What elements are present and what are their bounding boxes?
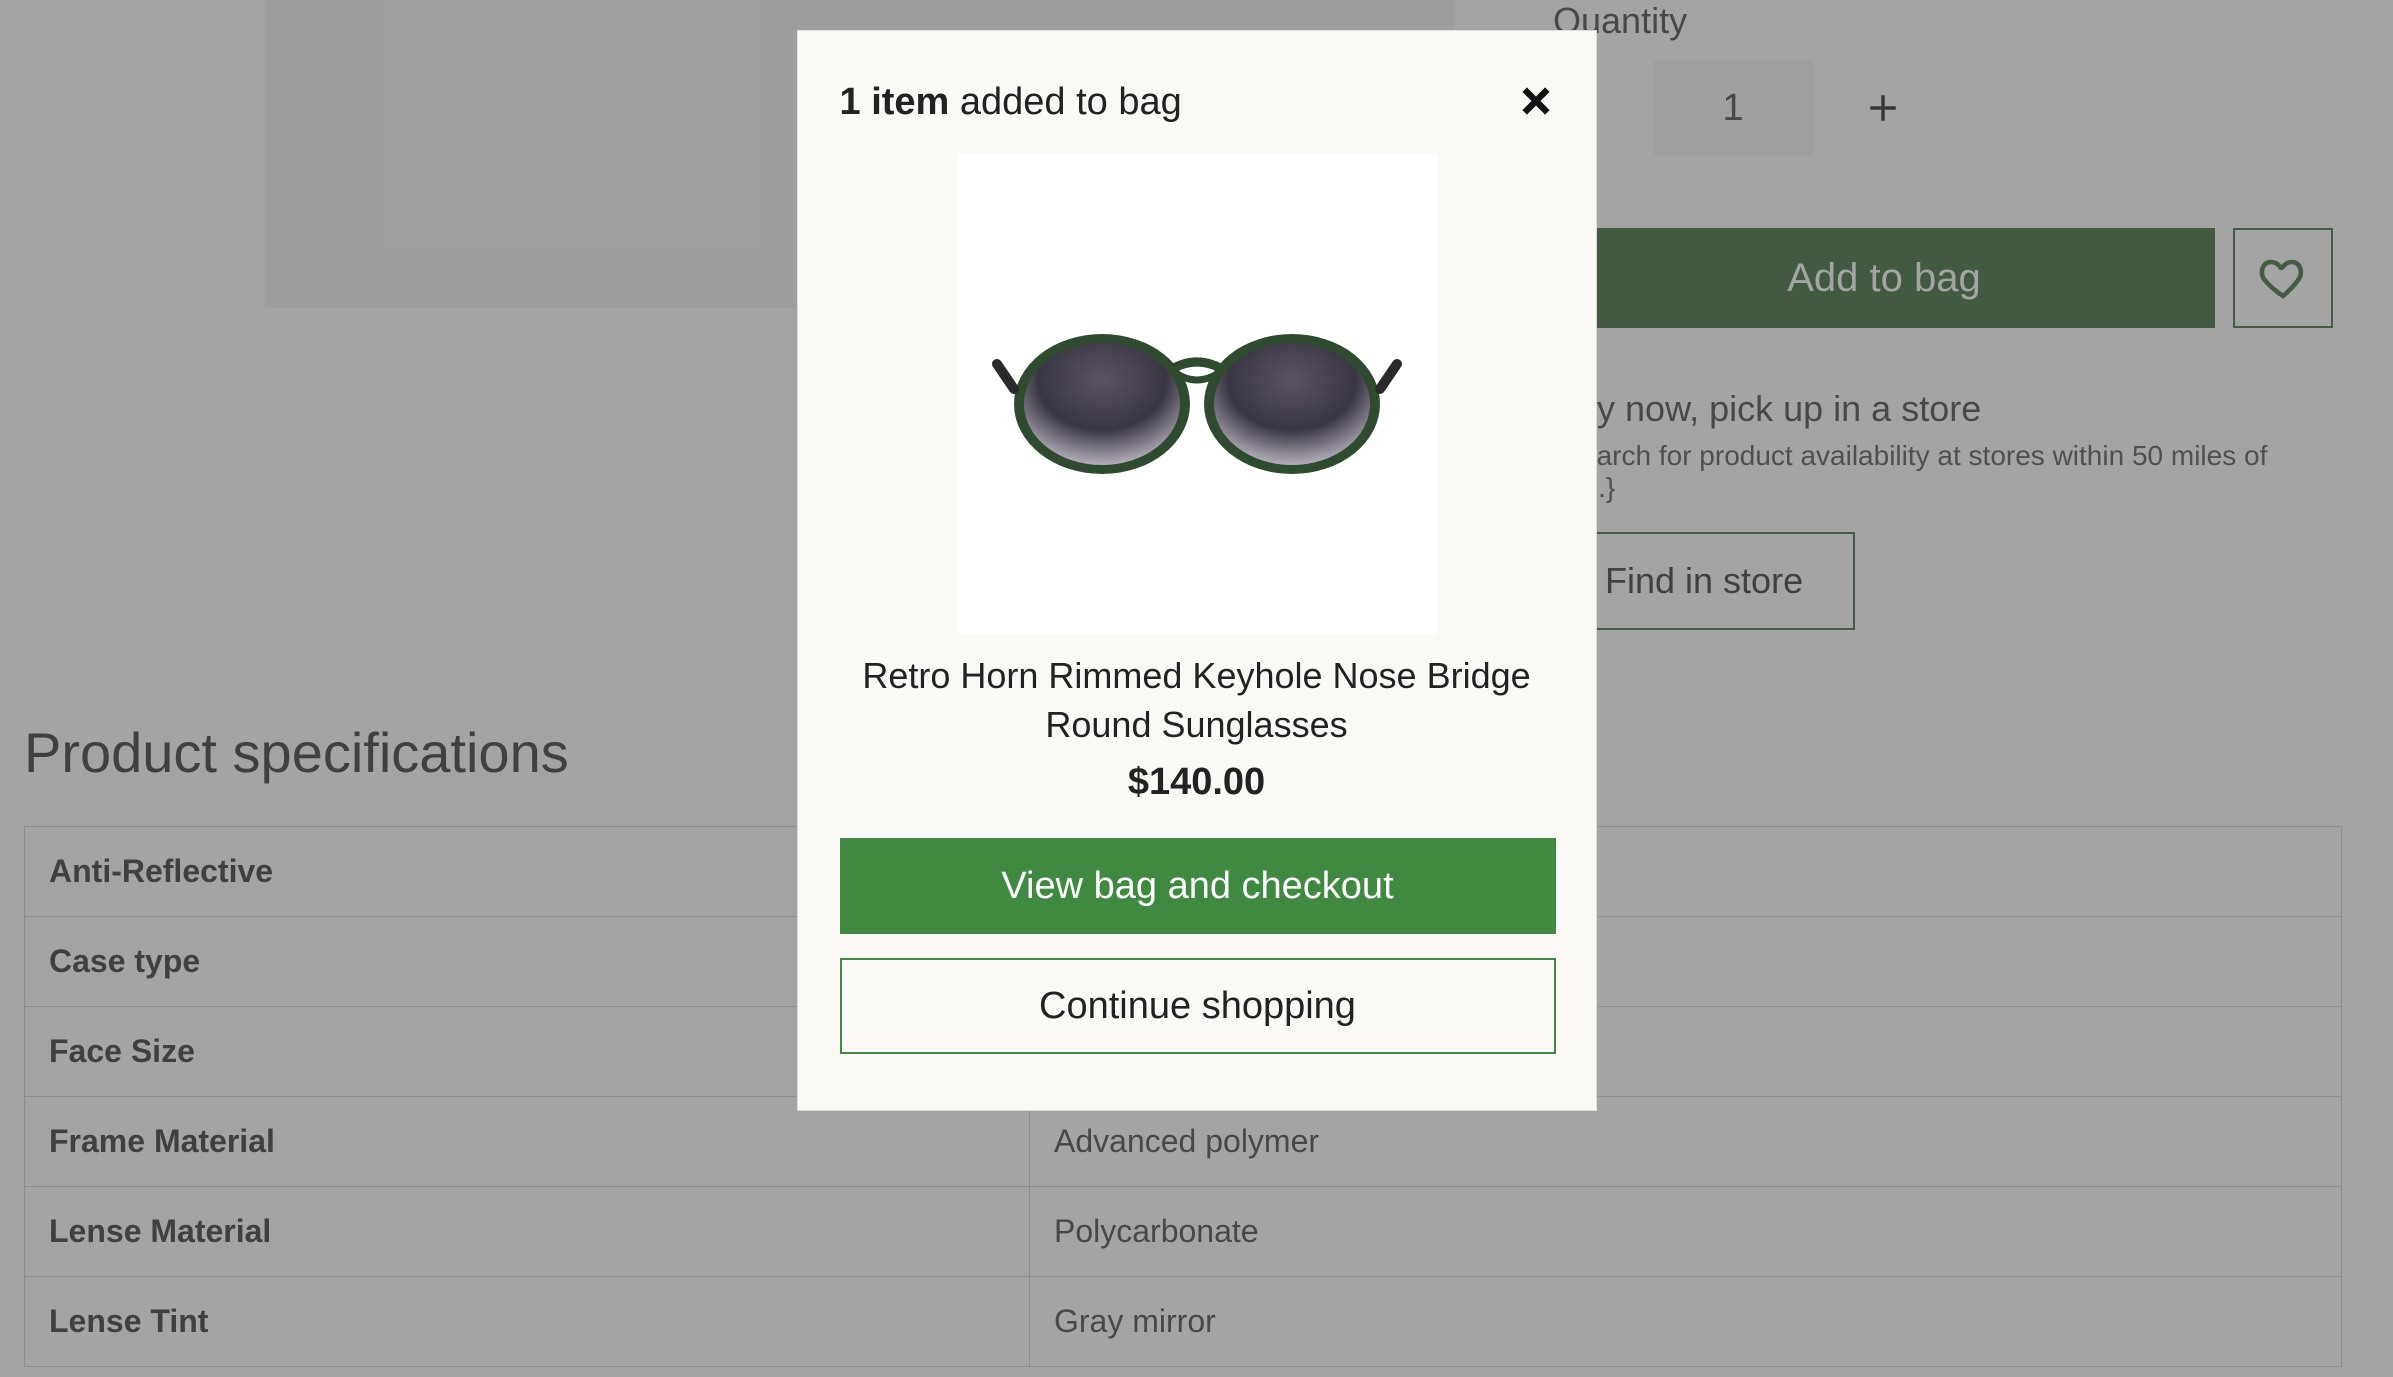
continue-shopping-button[interactable]: Continue shopping <box>840 958 1556 1054</box>
modal-product-price: $140.00 <box>840 761 1554 804</box>
modal-overlay[interactable]: 1 item added to bag <box>0 0 2393 1377</box>
sunglasses-illustration <box>987 294 1407 494</box>
view-bag-button[interactable]: View bag and checkout <box>840 838 1556 934</box>
modal-item-count: 1 item <box>840 81 950 123</box>
modal-product-name: Retro Horn Rimmed Keyhole Nose Bridge Ro… <box>840 652 1554 749</box>
modal-product-image <box>957 154 1437 634</box>
modal-title-suffix: added to bag <box>949 81 1181 123</box>
modal-close-button[interactable] <box>1514 79 1558 123</box>
modal-title: 1 item added to bag <box>840 81 1554 124</box>
added-to-bag-modal: 1 item added to bag <box>797 30 1597 1111</box>
close-icon <box>1519 84 1553 118</box>
